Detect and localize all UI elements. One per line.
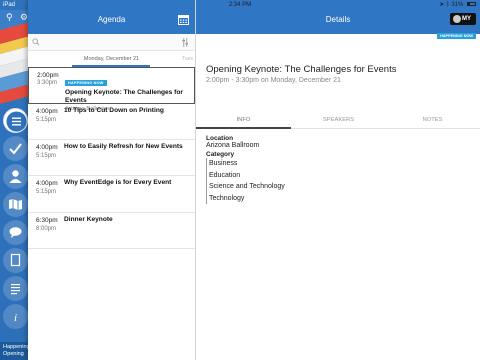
category-item: Education (206, 169, 285, 181)
session-title: How to Easily Refresh for New Events (64, 143, 183, 150)
agenda-title: Agenda (97, 15, 126, 24)
session-end: 5:15pm (36, 189, 57, 195)
svg-text:i: i (14, 312, 17, 324)
next-day[interactable]: Tues (182, 51, 193, 67)
tab-speakers[interactable]: SPEAKERS (291, 111, 386, 129)
search-input[interactable] (42, 37, 170, 48)
happening-now-badge: HAPPENING NOW (437, 33, 476, 39)
details-title: Details (325, 15, 351, 24)
event-time: 2:00pm - 3:30pm on Monday, December 21 (206, 77, 341, 84)
session-end: 5:15pm (36, 153, 57, 159)
session-start: 4:00pm (36, 144, 58, 151)
nav-agenda-button[interactable] (3, 108, 28, 133)
bluetooth-icon: ᛒ (446, 2, 450, 8)
calendar-icon[interactable] (178, 14, 189, 25)
detail-tabs: INFO SPEAKERS NOTES (196, 111, 480, 129)
nav-attendees-button[interactable] (3, 164, 28, 189)
happening-now-ticker[interactable]: Happening Opening (0, 342, 30, 360)
session-start: 4:00pm (36, 108, 58, 115)
info-icon: i (14, 312, 17, 324)
details-panel: Details MY HAPPENING NOW Opening Keynote… (196, 0, 480, 360)
session-title: Opening Keynote: The Challenges for Even… (65, 89, 183, 104)
nav-messages-button[interactable] (3, 220, 28, 245)
list-icon (11, 284, 20, 295)
nav-documents-button[interactable] (3, 248, 28, 273)
settings-gear-icon[interactable]: ⚙ (20, 12, 28, 23)
session-start: 2:00pm (37, 72, 59, 79)
category-label: Category (206, 151, 235, 158)
location-value: Arizona Ballroom (206, 142, 260, 149)
current-day: Monday, December 21 (83, 56, 140, 62)
session-row[interactable]: 2:00pm 3:30pm HAPPENING NOW Opening Keyn… (28, 67, 195, 112)
rail-toolbar: ⚲ ⚙ (0, 10, 30, 28)
search-icon[interactable]: ⚲ (6, 12, 13, 23)
search-icon (32, 38, 40, 46)
gear-icon (453, 15, 461, 23)
tab-info[interactable]: INFO (196, 111, 291, 129)
location-arrow-icon: ➤ (439, 2, 445, 8)
category-item: Science and Technology (206, 181, 285, 193)
category-item: Business (206, 158, 285, 170)
clock: 2:34 PM (228, 2, 252, 8)
session-start: 4:00pm (36, 180, 58, 187)
session-row[interactable]: 4:00pm 5:15pm How to Easily Refresh for … (28, 140, 195, 176)
info-section: Location Arizona Ballroom Category Busin… (206, 135, 285, 204)
nav-map-button[interactable] (3, 192, 28, 217)
nav-lists-button[interactable] (3, 276, 28, 301)
battery-icon (467, 2, 476, 7)
session-row[interactable]: 6:30pm 8:00pm Dinner Keynote (28, 213, 195, 249)
day-selector[interactable]: Monday, December 21 Tues (28, 51, 195, 67)
category-item: Technology (206, 192, 285, 204)
session-title: 10 Tips to Cut Down on Printing (64, 107, 164, 114)
tab-notes[interactable]: NOTES (385, 111, 480, 129)
ticker-line-2: Opening (3, 351, 24, 357)
my-schedule-button[interactable]: MY (450, 13, 476, 25)
map-icon (9, 199, 22, 210)
menu-icon (6, 111, 27, 132)
status-bar: iPad 2:34 PM ➤ ᛒ 31% (0, 0, 480, 10)
session-row[interactable]: 4:00pm 5:15pm Why EventEdge is for Every… (28, 176, 195, 213)
nav-rail: ⚲ ⚙ i Happening Opening (0, 0, 30, 360)
check-icon (9, 143, 22, 155)
person-icon (9, 170, 22, 183)
session-end: 5:15pm (36, 117, 57, 123)
document-icon (10, 253, 21, 267)
filter-icon[interactable] (182, 37, 190, 48)
session-end: 8:00pm (36, 226, 57, 232)
session-end: 3:30pm (37, 80, 58, 86)
nav-info-button[interactable]: i (3, 304, 28, 329)
chat-icon (9, 227, 22, 238)
agenda-panel: Agenda Monday, December 21 Tues 2:00pm 3… (28, 0, 196, 360)
session-start: 6:30pm (36, 217, 58, 224)
nav-checkin-button[interactable] (3, 136, 28, 161)
my-label: MY (462, 16, 471, 22)
status-right: ➤ ᛒ 31% (439, 0, 476, 10)
session-title: Why EventEdge is for Every Event (64, 179, 172, 186)
event-title: Opening Keynote: The Challenges for Even… (206, 64, 397, 75)
session-title: Dinner Keynote (64, 216, 113, 223)
happening-now-badge: HAPPENING NOW (65, 80, 107, 86)
search-bar (28, 34, 195, 51)
ticker-line-1: Happening (3, 344, 30, 350)
location-label: Location (206, 135, 234, 142)
session-row[interactable]: 4:00pm 5:15pm 10 Tips to Cut Down on Pri… (28, 104, 195, 140)
battery-percent: 31% (451, 2, 464, 8)
app-window: iPad 2:34 PM ➤ ᛒ 31% ⚲ ⚙ i Happening Ope… (0, 0, 480, 360)
